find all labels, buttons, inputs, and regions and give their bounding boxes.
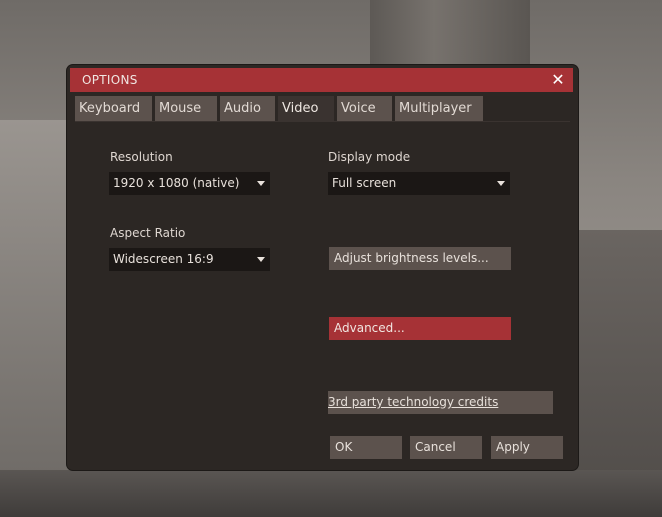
aspect-ratio-value: Widescreen 16:9 — [113, 252, 214, 266]
tab-voice[interactable]: Voice — [337, 96, 392, 121]
tab-video[interactable]: Video — [278, 96, 334, 123]
aspect-ratio-label: Aspect Ratio — [110, 226, 186, 240]
dialog-title: OPTIONS — [82, 73, 138, 87]
tab-keyboard[interactable]: Keyboard — [75, 96, 152, 121]
apply-button[interactable]: Apply — [491, 436, 563, 459]
tab-bar: Keyboard Mouse Audio Video Voice Multipl… — [75, 96, 483, 123]
close-icon[interactable]: ✕ — [549, 70, 567, 90]
aspect-ratio-select[interactable]: Widescreen 16:9 — [109, 248, 270, 271]
ok-button[interactable]: OK — [330, 436, 402, 459]
resolution-label: Resolution — [110, 150, 173, 164]
chevron-down-icon — [497, 181, 505, 186]
background-ground — [0, 470, 662, 517]
chevron-down-icon — [257, 257, 265, 262]
video-settings-panel: Resolution 1920 x 1080 (native) Aspect R… — [75, 121, 570, 430]
resolution-select[interactable]: 1920 x 1080 (native) — [109, 172, 270, 195]
display-mode-value: Full screen — [332, 176, 397, 190]
chevron-down-icon — [257, 181, 265, 186]
tab-audio[interactable]: Audio — [220, 96, 275, 121]
title-bar: OPTIONS ✕ — [70, 68, 573, 92]
advanced-button[interactable]: Advanced... — [329, 317, 511, 340]
options-dialog: OPTIONS ✕ Keyboard Mouse Audio Video Voi… — [67, 65, 578, 470]
cancel-button[interactable]: Cancel — [410, 436, 482, 459]
third-party-credits-button[interactable]: 3rd party technology credits — [328, 391, 553, 414]
display-mode-label: Display mode — [328, 150, 411, 164]
tab-multiplayer[interactable]: Multiplayer — [395, 96, 483, 121]
resolution-value: 1920 x 1080 (native) — [113, 176, 240, 190]
adjust-brightness-button[interactable]: Adjust brightness levels... — [329, 247, 511, 270]
tab-mouse[interactable]: Mouse — [155, 96, 217, 121]
display-mode-select[interactable]: Full screen — [328, 172, 510, 195]
